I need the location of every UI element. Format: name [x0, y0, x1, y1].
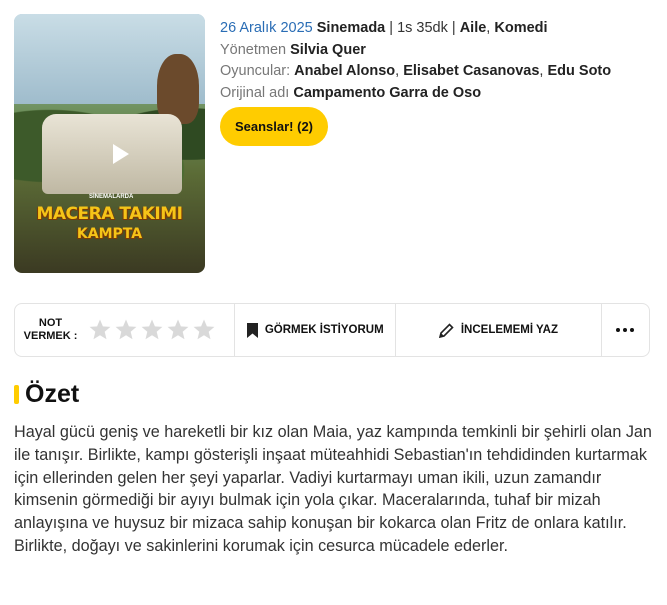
- cast-link[interactable]: Edu Soto: [547, 63, 611, 79]
- rating-stars[interactable]: [88, 318, 228, 342]
- release-row: 26 Aralık 2025 Sinemada | 1s 35dk | Aile…: [220, 18, 611, 40]
- duration: 1s 35dk: [397, 20, 448, 36]
- more-horizontal-icon: [616, 328, 635, 332]
- write-review-button[interactable]: İNCELEMEMİ YAZ: [395, 304, 600, 356]
- sessions-button[interactable]: Seanslar! (2): [220, 107, 328, 146]
- cast-label: Oyuncular:: [220, 63, 291, 79]
- write-review-label: İNCELEMEMİ YAZ: [460, 324, 558, 336]
- original-title-label: Orijinal adı: [220, 84, 290, 101]
- cast-separator: ,: [395, 63, 404, 79]
- release-date: 26 Aralık 2025: [220, 20, 313, 36]
- original-title-row: Orijinal adı Campamento Garra de Oso: [220, 83, 611, 105]
- release-status: Sinemada: [316, 20, 386, 36]
- summary-title: Özet: [25, 380, 80, 408]
- director-row: Yönetmen Silvia Quer: [220, 40, 611, 62]
- rate-label: NOT VERMEK :: [23, 317, 78, 342]
- genre-link[interactable]: Aile: [460, 20, 487, 36]
- heading-accent-bar: [14, 385, 19, 404]
- cast-link[interactable]: Elisabet Casanovas: [403, 63, 539, 79]
- cast-row: Oyuncular: Anabel Alonso, Elisabet Casan…: [220, 61, 611, 83]
- star-icon[interactable]: [166, 318, 190, 342]
- star-icon[interactable]: [140, 318, 164, 342]
- more-options-button[interactable]: [600, 304, 649, 356]
- want-to-watch-label: GÖRMEK İSTİYORUM: [264, 324, 384, 336]
- bookmark-icon: [246, 322, 258, 338]
- original-title: Campamento Garra de Oso: [293, 84, 482, 101]
- movie-poster[interactable]: SİNEMALARDA MACERA TAKIMI KAMPTA: [14, 14, 205, 273]
- star-icon[interactable]: [192, 318, 216, 342]
- play-icon[interactable]: [103, 138, 135, 170]
- star-icon[interactable]: [88, 318, 112, 342]
- separator: |: [385, 20, 398, 36]
- cast-link[interactable]: Anabel Alonso: [294, 63, 395, 79]
- poster-title: MACERA TAKIMI: [36, 204, 183, 224]
- summary-heading: Özet: [14, 380, 79, 409]
- director-label: Yönetmen: [220, 41, 287, 58]
- star-icon[interactable]: [114, 318, 138, 342]
- genre-link[interactable]: Komedi: [494, 20, 547, 36]
- summary-text: Hayal gücü geniş ve hareketli bir kız ol…: [14, 423, 652, 555]
- separator: |: [447, 20, 460, 36]
- director-link[interactable]: Silvia Quer: [290, 42, 366, 58]
- pencil-icon: [438, 322, 454, 338]
- want-to-watch-button[interactable]: GÖRMEK İSTİYORUM: [234, 304, 395, 356]
- poster-stamp: SİNEMALARDA: [89, 194, 134, 200]
- action-bar: NOT VERMEK : GÖRMEK İSTİYORUM İNCELEMEMİ…: [14, 303, 650, 357]
- poster-subtitle: KAMPTA: [76, 226, 143, 242]
- movie-info: 26 Aralık 2025 Sinemada | 1s 35dk | Aile…: [220, 18, 611, 104]
